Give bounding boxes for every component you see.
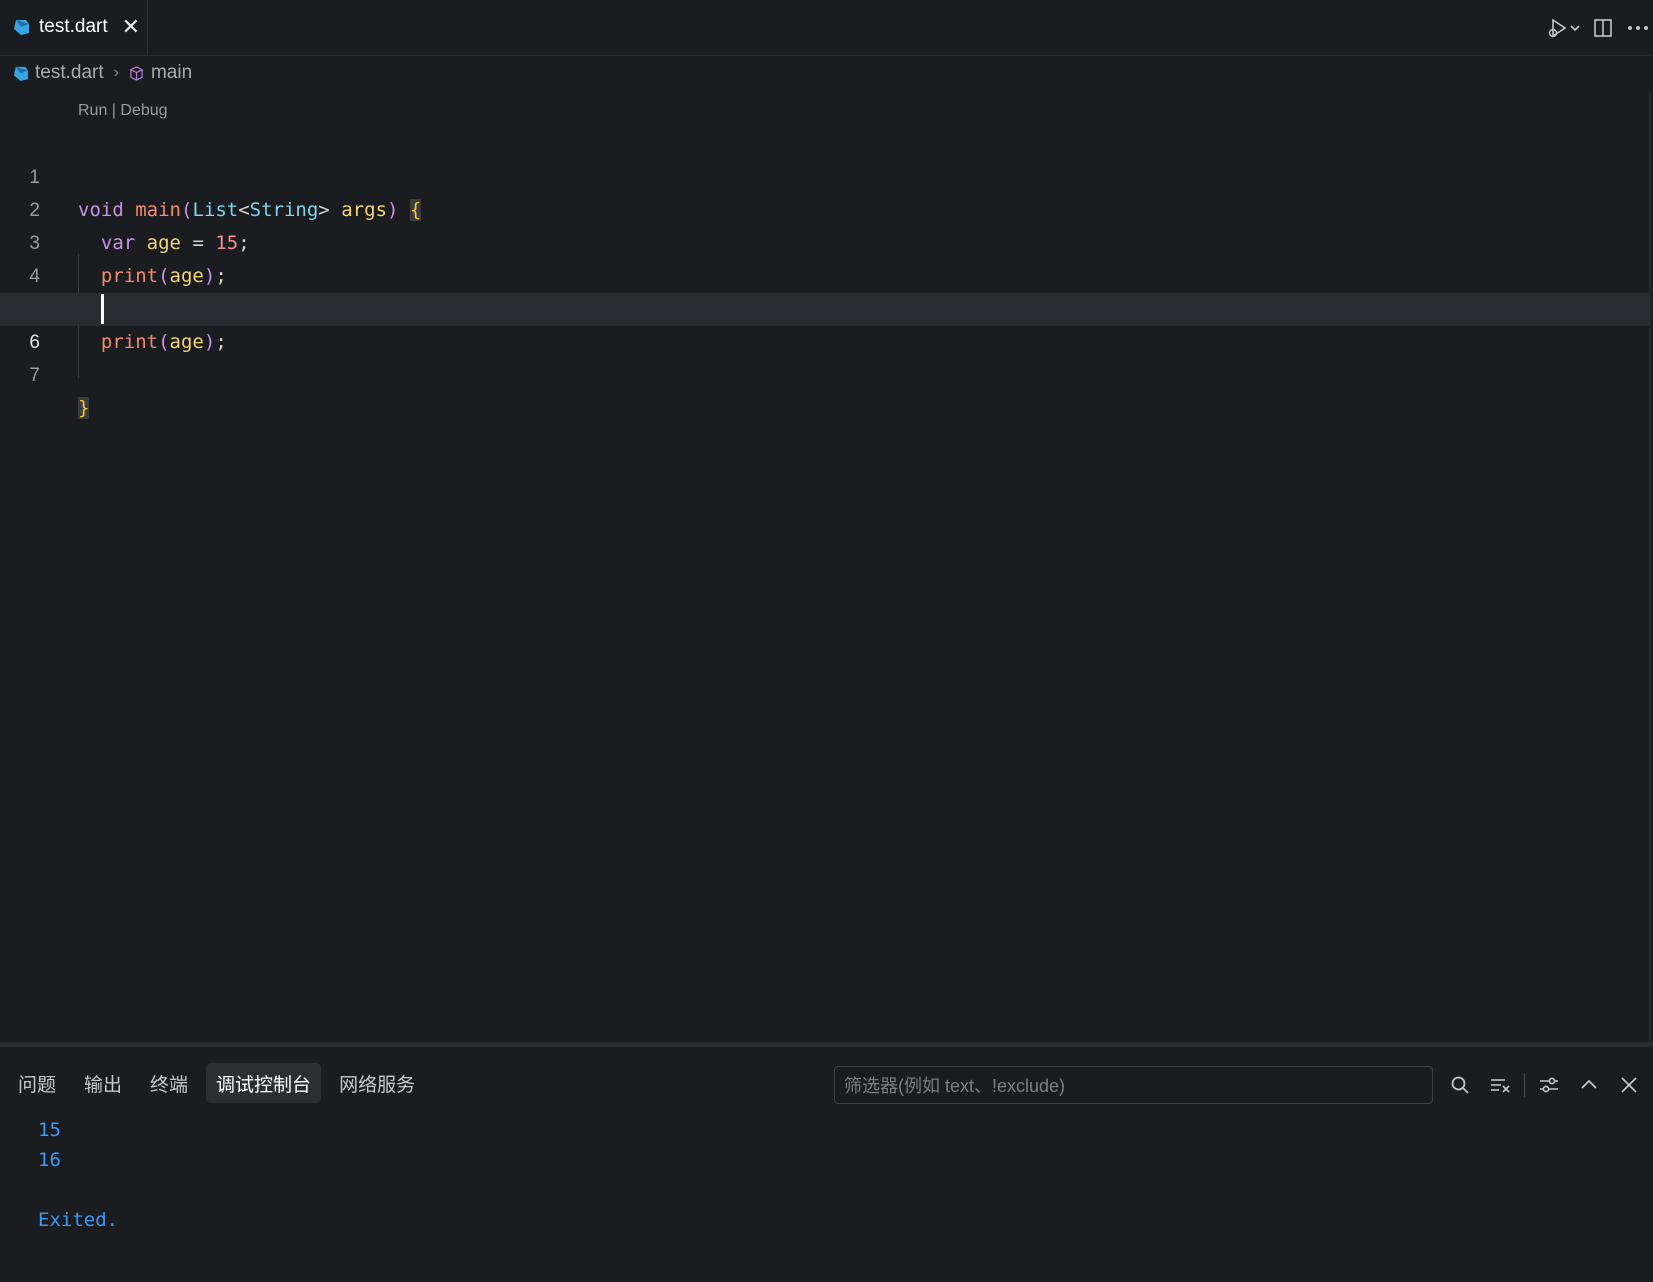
more-actions-icon[interactable] [1623, 8, 1653, 48]
code-line-7: 7 } [0, 326, 1653, 419]
clear-console-icon[interactable] [1480, 1065, 1520, 1105]
run-debug-icon[interactable] [1543, 8, 1583, 48]
chevron-up-icon[interactable] [1569, 1065, 1609, 1105]
console-filter-input[interactable]: 筛选器(例如 text、!exclude) [834, 1066, 1433, 1104]
method-cube-icon [130, 65, 143, 81]
tab-terminal[interactable]: 终端 [140, 1063, 198, 1103]
chevron-right-icon: › [113, 64, 119, 81]
code-line-2: 2 var age = 15; [0, 161, 1653, 254]
tab-test-dart[interactable]: test.dart ✕ [0, 0, 148, 55]
tab-output[interactable]: 输出 [74, 1063, 132, 1103]
code-line-1: 1 void main(List<String> args) { [0, 128, 1653, 221]
tab-problems[interactable]: 问题 [8, 1063, 66, 1103]
dart-file-icon [14, 20, 29, 35]
code-line-5: 5 print(age); [0, 260, 1653, 353]
breadcrumb: test.dart › main [12, 60, 192, 86]
code-line-6: 6 [0, 293, 1653, 353]
codelens-run-debug[interactable]: Run | Debug [78, 102, 168, 120]
panel-actions [1440, 1065, 1649, 1105]
tab-label: test.dart [39, 16, 108, 37]
tab-network-services[interactable]: 网络服务 [329, 1063, 425, 1103]
brace-token: } [78, 397, 90, 419]
text-cursor [101, 294, 104, 324]
editor-scrollbar[interactable] [1649, 92, 1653, 1042]
code-editor[interactable]: Run | Debug 1 void main(List<String> arg… [0, 92, 1653, 1042]
editor-actions [1543, 0, 1653, 55]
debug-console-output: 15 16 Exited. [38, 1115, 118, 1235]
close-tab-icon[interactable]: ✕ [122, 16, 140, 38]
dart-file-icon [13, 66, 29, 81]
breadcrumb-symbol[interactable]: main [151, 62, 192, 84]
code-line-4: 4 age = 16; [0, 227, 1653, 320]
panel-tabs: 问题 输出 终端 调试控制台 网络服务 [8, 1063, 433, 1103]
code-line-3: 3 print(age); [0, 194, 1653, 287]
settings-sliders-icon[interactable] [1529, 1065, 1569, 1105]
divider [1524, 1073, 1525, 1097]
console-line: 16 [38, 1149, 61, 1171]
console-line: Exited. [38, 1209, 119, 1231]
split-editor-icon[interactable] [1583, 8, 1623, 48]
breadcrumb-file[interactable]: test.dart [35, 62, 104, 84]
filter-placeholder: 筛选器(例如 text、!exclude) [844, 1076, 1066, 1096]
search-icon[interactable] [1440, 1065, 1480, 1105]
bottom-panel: 问题 输出 终端 调试控制台 网络服务 筛选器(例如 text、!exclude… [0, 1042, 1653, 1282]
tab-debug-console[interactable]: 调试控制台 [206, 1063, 322, 1103]
editor-tab-bar: test.dart ✕ [0, 0, 1653, 56]
close-icon[interactable] [1609, 1065, 1649, 1105]
line-number: 7 [29, 365, 40, 386]
console-line: 15 [38, 1119, 61, 1141]
